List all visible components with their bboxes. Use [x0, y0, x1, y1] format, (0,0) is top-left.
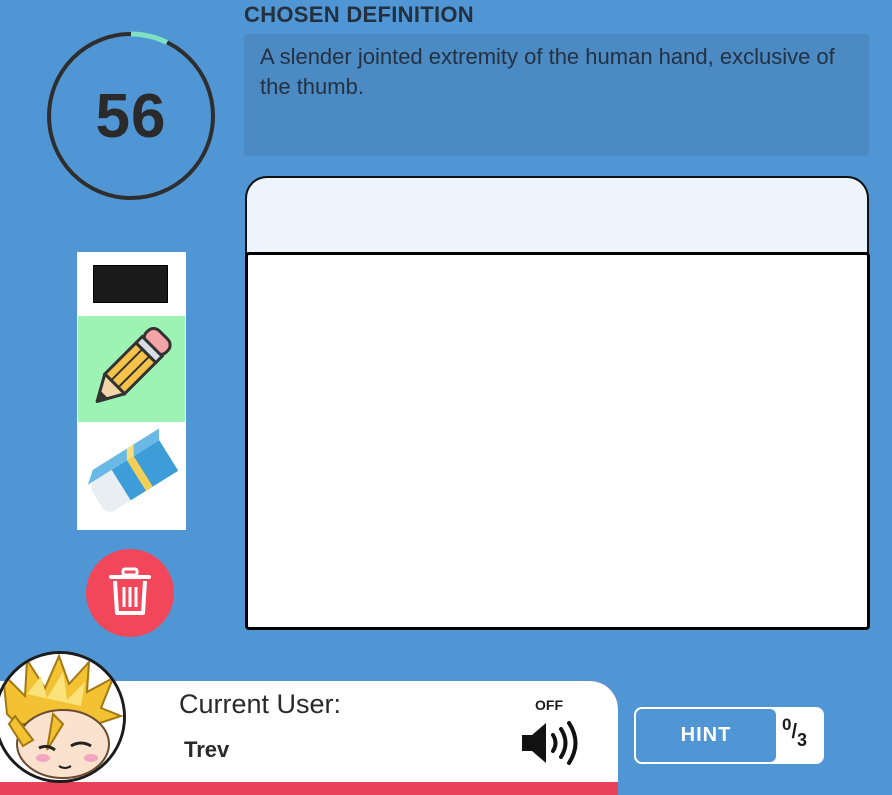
- countdown-timer: 56: [45, 30, 217, 202]
- trash-icon: [109, 567, 151, 615]
- definition-heading: CHOSEN DEFINITION: [244, 2, 474, 27]
- tool-palette: [77, 252, 186, 530]
- eraser-tool[interactable]: [78, 424, 185, 528]
- hint-counter: 0/3: [782, 715, 808, 750]
- pencil-icon: [95, 326, 172, 404]
- user-avatar: [0, 651, 126, 783]
- hint-button[interactable]: HINT: [634, 707, 778, 764]
- sound-toggle[interactable]: [520, 720, 580, 771]
- current-user-name: Trev: [184, 737, 230, 762]
- hint-total: 3: [797, 730, 808, 750]
- pencil-tool[interactable]: [78, 316, 185, 422]
- drawing-canvas[interactable]: [245, 252, 870, 630]
- current-user-label: Current User:: [179, 689, 342, 719]
- eraser-icon: [87, 428, 179, 512]
- timer-value: 56: [95, 81, 167, 151]
- speaker-icon: [522, 721, 578, 765]
- clear-canvas-button[interactable]: [86, 549, 174, 637]
- canvas-header: [245, 176, 869, 256]
- definition-text: A slender jointed extremity of the human…: [244, 34, 869, 156]
- super-saiyan-avatar: [0, 654, 123, 780]
- hint-control: HINT 0/3: [634, 707, 824, 764]
- color-swatch[interactable]: [93, 265, 168, 303]
- sound-state-label: OFF: [535, 697, 563, 713]
